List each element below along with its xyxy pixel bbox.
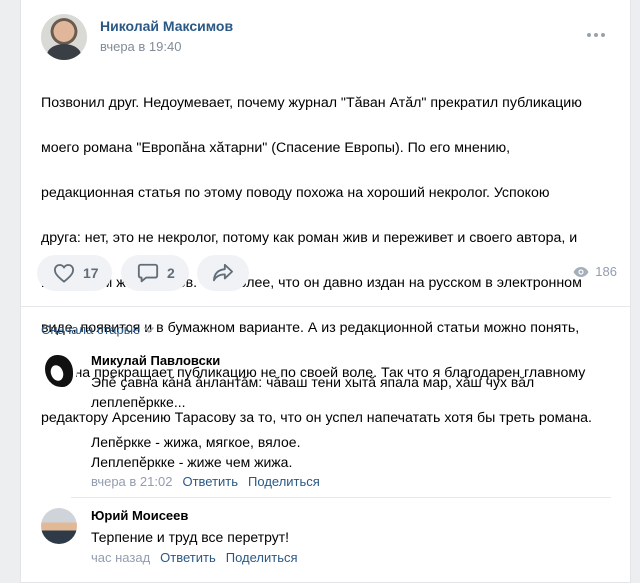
reply-link[interactable]: Ответить xyxy=(160,550,216,565)
comment-line: Леплепӗркке - жиже чем жижа. xyxy=(91,454,293,470)
author-avatar[interactable] xyxy=(41,14,87,60)
comment-divider xyxy=(71,497,611,498)
comment-meta: час назад Ответить Поделиться xyxy=(91,550,298,565)
post-text-line: моего романа "Европӑна хӑтарни" (Спасени… xyxy=(41,139,511,156)
reply-link[interactable]: Ответить xyxy=(182,474,238,489)
post-actions: 17 2 186 xyxy=(37,255,617,291)
comment-line: Терпение и труд все перетрут! xyxy=(91,529,290,545)
divider xyxy=(21,306,630,307)
more-icon[interactable] xyxy=(587,30,609,40)
post-text-line: Позвонил друг. Недоумевает, почему журна… xyxy=(41,94,582,111)
comment-item: Микулай Павловски Эпӗ ҫавна кӑна ӑнлантӑ… xyxy=(41,353,611,495)
share-link[interactable]: Поделиться xyxy=(226,550,298,565)
heart-icon xyxy=(54,264,74,283)
sort-dropdown[interactable]: Сначала старые xyxy=(41,322,155,337)
share-link[interactable]: Поделиться xyxy=(248,474,320,489)
chevron-down-icon xyxy=(144,326,155,333)
like-button[interactable]: 17 xyxy=(37,255,112,291)
comment-button[interactable]: 2 xyxy=(121,255,189,291)
like-count: 17 xyxy=(83,265,99,281)
comment-line: леплепӗркке... xyxy=(91,394,186,410)
commenter-name[interactable]: Микулай Павловски xyxy=(91,353,220,368)
share-button[interactable] xyxy=(197,255,249,291)
author-name[interactable]: Николай Максимов xyxy=(100,18,233,34)
share-icon xyxy=(213,263,233,282)
comment-count: 2 xyxy=(167,265,175,281)
commenter-name[interactable]: Юрий Моисеев xyxy=(91,508,188,523)
comment-line: Лепӗркке - жижа, мягкое, вялое. xyxy=(91,434,301,450)
comment-meta: вчера в 21:02 Ответить Поделиться xyxy=(91,474,320,489)
commenter-avatar[interactable] xyxy=(41,353,77,389)
comment-text: Эпӗ ҫавна кӑна ӑнлантӑм: чӑваш тени хытӑ… xyxy=(91,372,601,472)
post-card: Николай Максимов вчера в 19:40 Позвонил … xyxy=(20,0,631,583)
views-count: 186 xyxy=(595,264,617,279)
commenter-avatar[interactable] xyxy=(41,508,77,544)
post-text-line: друга: нет, это не некролог, потому как … xyxy=(41,229,578,246)
comment-time[interactable]: вчера в 21:02 xyxy=(91,474,172,489)
eye-icon xyxy=(573,266,589,277)
comment-line xyxy=(91,412,601,432)
comment-line: Эпӗ ҫавна кӑна ӑнлантӑм: чӑваш тени хытӑ… xyxy=(91,374,535,390)
comment-icon xyxy=(137,263,159,283)
sort-label: Сначала старые xyxy=(41,322,141,337)
comment-time[interactable]: час назад xyxy=(91,550,150,565)
comment-item: Юрий Моисеев Терпение и труд все перетру… xyxy=(41,508,611,574)
post-header: Николай Максимов вчера в 19:40 xyxy=(41,14,611,62)
views: 186 xyxy=(573,264,617,279)
comment-text: Терпение и труд все перетрут! xyxy=(91,527,601,547)
post-time[interactable]: вчера в 19:40 xyxy=(100,39,181,54)
post-text-line: редакционная статья по этому поводу похо… xyxy=(41,184,550,201)
